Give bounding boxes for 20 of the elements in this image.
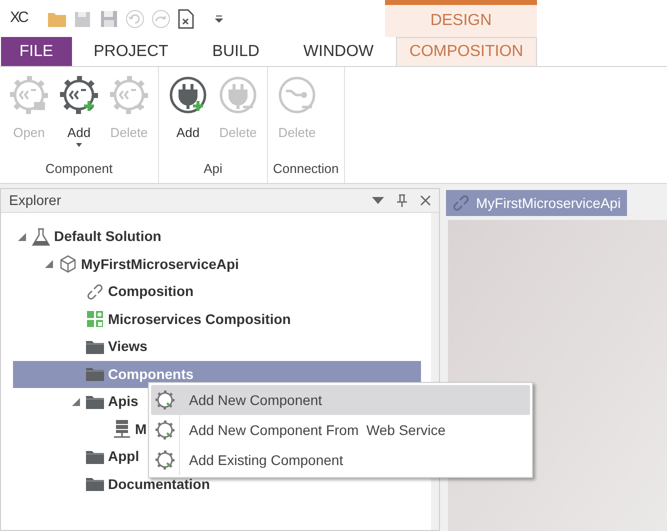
tree-item-label: Composition [108, 282, 194, 302]
ribbon-group-label: Component [44, 160, 114, 178]
panel-title: Explorer [9, 191, 62, 210]
tree-item-label: M [135, 420, 147, 439]
ribbon-group-label: Api [202, 160, 224, 178]
tree-item-label: MyFirstMicroserviceApi [81, 254, 239, 274]
tree-item-label: Microservices Composition [108, 310, 291, 329]
tree-item-label: Appl [108, 447, 140, 466]
tree-item-label: Default Solution [54, 227, 162, 246]
tree-item-label: Documentation [108, 474, 210, 494]
tree-item-label: Apis [108, 392, 138, 412]
ribbon-group-label: Connection [273, 160, 339, 178]
tree-item-label: Views [108, 337, 148, 356]
document-tab-label: MyFirstMicroserviceApi [476, 194, 621, 213]
menu-item-label: Add New Component From Web Service [189, 420, 446, 440]
menu-item-label: Add New Component [189, 390, 322, 410]
contextual-group-label: DESIGN [430, 11, 492, 31]
tree-item-label: Components [108, 364, 194, 384]
app-logo: XC [10, 8, 27, 28]
menu-item-label: Add Existing Component [189, 450, 344, 470]
